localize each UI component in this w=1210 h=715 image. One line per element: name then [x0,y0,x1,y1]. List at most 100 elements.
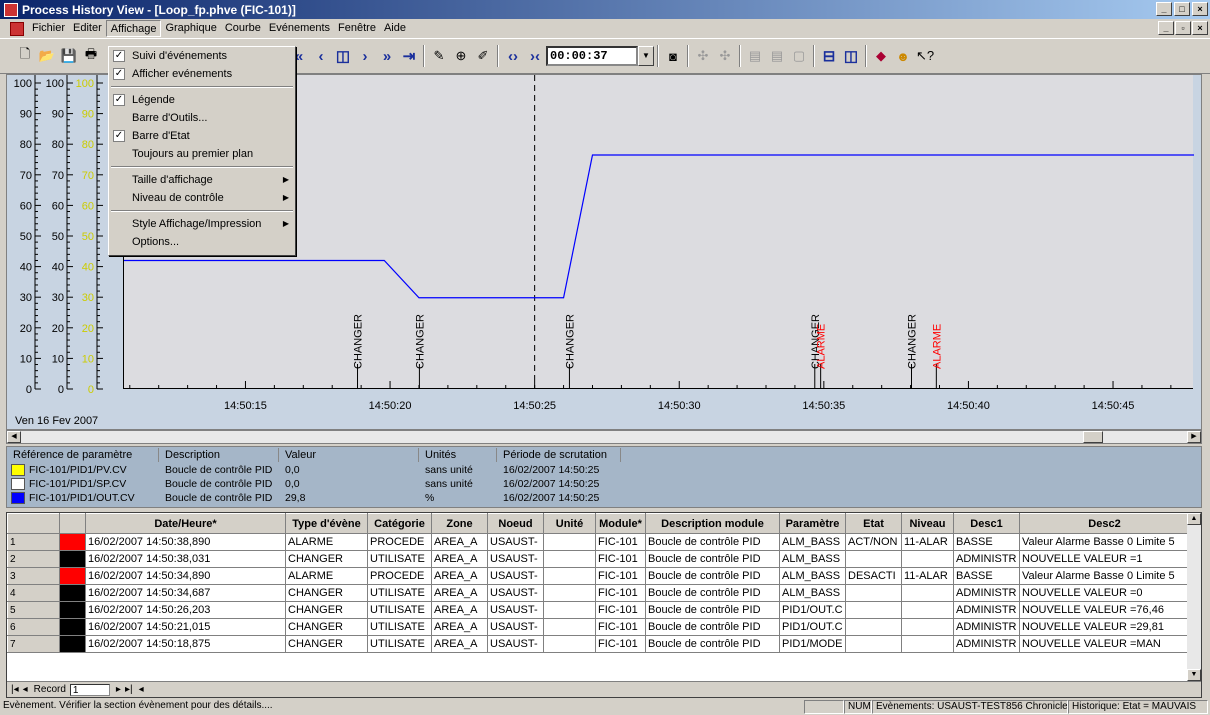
step-back-icon[interactable]: ‹ [310,45,332,67]
prev-record-icon[interactable]: ◂ [23,684,28,695]
snapshot-icon[interactable]: ◙ [662,45,684,67]
table-cell: 16/02/2007 14:50:21,015 [85,618,286,636]
column-header[interactable] [59,513,86,534]
column-header[interactable]: Catégorie [367,513,432,534]
column-header[interactable] [7,513,60,534]
first-record-icon[interactable]: |◂ [11,684,19,695]
column-header[interactable]: Niveau [901,513,954,534]
mdi-minimize-button[interactable]: _ [1158,21,1174,35]
open-folder-icon[interactable]: 📂 [36,45,58,67]
record-input[interactable]: 1 [69,683,110,696]
mdi-restore-button[interactable]: ▫ [1175,21,1191,35]
scroll-thumb[interactable] [1083,431,1103,443]
horizontal-split-icon[interactable]: ⊟ [818,45,840,67]
row-number[interactable]: 5 [7,601,60,619]
zoom-out-time-icon[interactable]: ‹› [502,45,524,67]
last-record-icon[interactable]: ▸| [125,684,133,695]
table-row[interactable]: 2 16/02/2007 14:50:38,031 CHANGER UTILISATE… [7,550,1190,568]
book-icon[interactable]: ◆ [870,45,892,67]
table-row[interactable]: 5 16/02/2007 14:50:26,203 CHANGER UTILISATE… [7,601,1190,619]
legend-row[interactable]: FIC-101/PID1/OUT.CV Boucle de contrôle PI… [7,492,621,505]
scroll-right-icon[interactable]: ▶ [1187,431,1201,443]
affichage-menu-item[interactable]: Toujours au premier plan [109,145,295,163]
vertical-split-icon[interactable]: ◫ [840,45,862,67]
column-header[interactable]: Desc1 [953,513,1020,534]
table-row[interactable]: 7 16/02/2007 14:50:18,875 CHANGER UTILISATE… [7,635,1190,653]
time-span-dropdown[interactable]: ▼ [638,46,654,66]
layout-2-icon[interactable]: ▤ [766,45,788,67]
scroll-left-icon[interactable]: ◀ [7,431,21,443]
row-number[interactable]: 1 [7,533,60,551]
scroll-down-icon[interactable]: ▼ [1187,669,1201,681]
close-button[interactable]: × [1192,2,1208,16]
column-header[interactable]: Module* [595,513,646,534]
legend-row[interactable]: FIC-101/PID1/PV.CV Boucle de contrôle PID… [7,464,621,477]
column-header[interactable]: Date/Heure* [85,513,286,534]
affichage-menu-item[interactable]: Style Affichage/Impression ▶ [109,215,295,233]
forward-fast-icon[interactable]: » [376,45,398,67]
scroll-up-icon[interactable]: ▲ [1187,513,1201,525]
row-number[interactable]: 2 [7,550,60,568]
column-header[interactable]: Noeud [487,513,544,534]
affichage-menu-item[interactable]: Niveau de contrôle ▶ [109,189,295,207]
chart-scrollbar[interactable]: ◀ ▶ [6,430,1202,444]
table-cell [901,601,954,619]
chart-edit-icon[interactable]: ✎ [428,45,450,67]
column-header[interactable]: Etat [845,513,902,534]
column-header[interactable]: Description module [645,513,780,534]
menu-affichage[interactable]: Affichage [105,20,162,37]
menu-fenetre[interactable]: Fenêtre [334,20,380,37]
next-record-icon[interactable]: ▸ [116,684,121,695]
affichage-menu-item[interactable]: ✓ Légende [109,91,295,109]
help-context-icon[interactable]: ↖? [914,45,936,67]
column-header[interactable]: Type d'évène [285,513,368,534]
row-number[interactable]: 7 [7,635,60,653]
mdi-close-button[interactable]: × [1192,21,1208,35]
affichage-menu-item[interactable]: ✓ Barre d'Etat [109,127,295,145]
time-span-input[interactable]: 00:00:37 [546,46,638,66]
row-number[interactable]: 6 [7,618,60,636]
users-icon[interactable]: ☻ [892,45,914,67]
column-header[interactable]: Zone [431,513,488,534]
table-row[interactable]: 6 16/02/2007 14:50:21,015 CHANGER UTILISATE… [7,618,1190,636]
menu-editer[interactable]: Editer [69,20,106,37]
add-trend-icon[interactable]: ⊕ [450,45,472,67]
menu-evenements[interactable]: Evénements [265,20,334,37]
affichage-menu-item[interactable]: ✓ Afficher evénements [109,65,295,83]
menu-courbe[interactable]: Courbe [221,20,265,37]
minimize-button[interactable]: _ [1156,2,1172,16]
edit-trend-icon[interactable]: ✐ [472,45,494,67]
menu-aide[interactable]: Aide [380,20,410,37]
menu-fichier[interactable]: Fichier [28,20,69,37]
affichage-menu-item[interactable]: Taille d'affichage ▶ [109,171,295,189]
affichage-menu-item[interactable]: Options... [109,233,295,251]
affichage-menu-item[interactable]: Barre d'Outils... [109,109,295,127]
print-icon[interactable]: 🖶 [80,45,102,67]
column-header[interactable]: Desc2 [1019,513,1190,534]
hscroll-left-icon[interactable]: ◂ [139,684,144,695]
layout-3-icon[interactable]: ▢ [788,45,810,67]
menu-graphique[interactable]: Graphique [161,20,220,37]
affichage-menu-item[interactable]: ✓ Suivi d'événements [109,47,295,65]
events-vscroll[interactable]: ▲ ▼ [1187,513,1201,683]
go-end-icon[interactable]: ⇥ [398,45,420,67]
row-number[interactable]: 4 [7,584,60,602]
stop-icon[interactable]: ◫ [332,45,354,67]
table-row[interactable]: 3 16/02/2007 14:50:34,890 ALARME PROCEDE ARE… [7,567,1190,585]
table-row[interactable]: 1 16/02/2007 14:50:38,890 ALARME PROCEDE ARE… [7,533,1190,551]
cursor-b-icon[interactable]: ✣ [714,45,736,67]
legend-row[interactable]: FIC-101/PID1/SP.CV Boucle de contrôle PID… [7,478,621,491]
maximize-button[interactable]: □ [1174,2,1190,16]
zoom-in-time-icon[interactable]: ›‹ [524,45,546,67]
column-header[interactable]: Unité [543,513,596,534]
column-header[interactable]: Paramètre [779,513,846,534]
save-icon[interactable]: 💾 [58,45,80,67]
layout-1-icon[interactable]: ▤ [744,45,766,67]
table-row[interactable]: 4 16/02/2007 14:50:34,687 CHANGER UTILISATE… [7,584,1190,602]
step-forward-icon[interactable]: › [354,45,376,67]
new-file-icon[interactable]: 🗋 [14,45,36,67]
table-cell: AREA_A [431,635,488,653]
cursor-a-icon[interactable]: ✣ [692,45,714,67]
document-icon[interactable] [10,21,24,36]
row-number[interactable]: 3 [7,567,60,585]
